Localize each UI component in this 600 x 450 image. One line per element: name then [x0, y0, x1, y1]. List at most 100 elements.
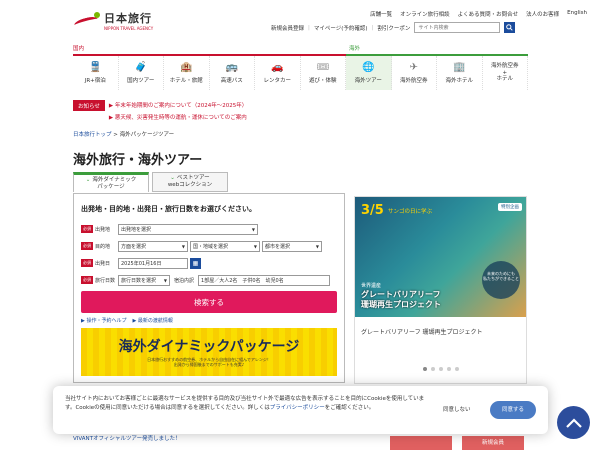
promo-button[interactable] [390, 436, 452, 450]
date-label: 出発日 [95, 260, 111, 267]
days-select[interactable]: 旅行日数を選択 ▼ [118, 274, 170, 286]
link-coupon[interactable]: 割引クーポン [377, 24, 410, 32]
chevron-down-icon: ⌄ [85, 177, 91, 183]
carousel-dot[interactable] [446, 367, 451, 371]
carousel-dots [355, 367, 526, 371]
nav-item-label: 海外航空券 + ホテル [490, 63, 519, 83]
cookie-text: 当社サイト内においてお客様ごとに最適なサービスを提供する目的及び当社サイト外で最… [65, 396, 425, 411]
dynamic-package-banner[interactable]: 海外ダイナミックパッケージ 日本旅行おすすめの航空券、ホテルから自由自在に組んで… [81, 328, 337, 376]
search-tabs: ⌄ 海外ダイナミック パッケージ ⌄ ベストツアー webコレクション [73, 172, 228, 192]
cookie-accept-button[interactable]: 同意する [490, 401, 536, 419]
city-select[interactable]: 都市を選択 ▼ [262, 240, 322, 252]
link-register[interactable]: 新規会員登録 [271, 24, 304, 32]
nav-item[interactable]: 🎟 遊び・体験 [301, 56, 346, 90]
promo-bubble: 未来のためにも 私たちができること [482, 261, 520, 299]
direction-select[interactable]: 方面を選択 ▼ [118, 240, 188, 252]
promo-image: 3/5 サンゴの日に学ぶ 特別企画 未来のためにも 私たちができること 世界遺産… [355, 197, 526, 317]
privacy-policy-link[interactable]: プライバシーポリシー [270, 405, 325, 411]
nav-item-label: 海外航空券 [399, 77, 428, 84]
nav-item[interactable]: 🌐 海外ツアー [346, 56, 392, 90]
notice-badge: お知らせ [73, 100, 105, 111]
nav-item[interactable]: 🏨 ホテル・旅館 [164, 56, 210, 90]
destination-label: 目的地 [95, 243, 111, 250]
hotel-icon: 🏨 [180, 61, 193, 73]
days-label: 旅行日数 [95, 277, 116, 284]
required-badge: 必須 [81, 225, 93, 233]
promo-headline: グレートバリアリーフ 珊瑚再生プロジェクト [361, 290, 441, 309]
nav-item-label: 高速バス [220, 77, 243, 84]
site-logo[interactable]: 日本旅行 NIPPON TRAVEL AGENCY [73, 10, 154, 31]
globe-icon: 🌐 [362, 61, 375, 73]
promo-badge: 特別企画 [498, 203, 522, 211]
help-link[interactable]: ▶ 操作・予約ヘルプ [81, 317, 126, 324]
nav-item-label: 遊び・体験 [308, 77, 337, 84]
calendar-icon[interactable]: ▦ [190, 257, 201, 269]
logo-subtext: NIPPON TRAVEL AGENCY [104, 26, 154, 31]
nav-item-label: 海外ツアー [354, 77, 382, 84]
plane-icon: ✈ [409, 61, 418, 73]
search-form: 出発地・目的地・出発日・旅行日数をお選びください。 必須 出発地 出発地を選択 ▼… [73, 193, 345, 383]
logo-mark-icon [73, 11, 100, 30]
form-title: 出発地・目的地・出発日・旅行日数をお選びください。 [81, 205, 256, 213]
nav-item[interactable]: 🧳 国内ツアー [119, 56, 164, 90]
banner-subtitle: 日本旅行おすすめの航空券、ホテルから自由自在に組んでアレンジ！ 出発から帰国後ま… [147, 357, 271, 368]
divider: | [308, 24, 310, 31]
nav-item[interactable]: 🏢 海外ホテル [437, 56, 483, 90]
sub-links: 新規会員登録 | マイページ(予約確認) | 割引クーポン [271, 22, 516, 33]
search-icon [506, 24, 514, 31]
required-badge: 必須 [81, 276, 93, 284]
link-corporate[interactable]: 法人のお客様 [526, 10, 559, 18]
nav-item-label: 海外ホテル [445, 77, 473, 84]
header: 日本旅行 NIPPON TRAVEL AGENCY 店舗一覧 オンライン旅行相談… [0, 0, 600, 40]
link-english[interactable]: English [567, 10, 587, 18]
carousel-dot[interactable] [422, 367, 427, 371]
site-search-input[interactable] [414, 22, 501, 33]
tab-dynamic-package[interactable]: ⌄ 海外ダイナミック パッケージ [73, 172, 149, 192]
nav-item-label: JR+宿泊 [84, 77, 106, 84]
nav-item-label: レンタカー [263, 77, 291, 84]
search-submit-button[interactable]: 検索する [81, 291, 337, 313]
room-label: 宿泊内訳 [174, 277, 195, 284]
promo-caption: グレートバリアリーフ 珊瑚再生プロジェクト [361, 329, 483, 336]
chevron-down-icon: ⌄ [170, 175, 175, 181]
date-input[interactable]: 2025年01月16日 [118, 257, 188, 269]
cookie-decline-button[interactable]: 同意しない [443, 405, 471, 413]
breadcrumb-home[interactable]: 日本旅行トップ [73, 132, 112, 138]
promo-carousel[interactable]: 3/5 サンゴの日に学ぶ 特別企画 未来のためにも 私たちができること 世界遺産… [354, 196, 527, 384]
breadcrumb-current: 海外パッケージツアー [119, 132, 175, 138]
departure-select[interactable]: 出発地を選択 ▼ [118, 223, 258, 235]
nav-item-label: 国内ツアー [127, 77, 155, 84]
carousel-dot[interactable] [438, 367, 443, 371]
nav-domestic-label: 国内 [73, 44, 346, 56]
link-mypage[interactable]: マイページ(予約確認) [314, 24, 368, 32]
notice-area: お知らせ ▶ 年末年始期間のご案内について（2024年～2025年） ▶ 悪天候… [73, 100, 247, 124]
link-stores[interactable]: 店舗一覧 [370, 10, 392, 18]
promo-date-sub: サンゴの日に学ぶ [388, 209, 433, 215]
nav-item[interactable]: 🚆 JR+宿泊 [73, 56, 119, 90]
search-button[interactable] [504, 22, 516, 33]
notice-item[interactable]: ▶ 悪天候、災害発生時等の運航・運休についてのご案内 [109, 112, 247, 124]
nav-item[interactable]: 🚌 高速バス [210, 56, 255, 90]
page-title: 海外旅行・海外ツアー [73, 153, 203, 168]
banner-title: 海外ダイナミックパッケージ [118, 339, 300, 355]
promo-date: 3/5 [361, 203, 384, 218]
tab-best-tour[interactable]: ⌄ ベストツアー webコレクション [152, 172, 228, 192]
carousel-dot[interactable] [430, 367, 435, 371]
register-button[interactable]: 新規会員 [462, 436, 524, 450]
nav-item[interactable]: ✈ 海外航空券 [392, 56, 437, 90]
link-online-consult[interactable]: オンライン旅行相談 [400, 10, 450, 18]
room-select[interactable]: 1部屋／大人2名 子供0名 幼児0名 [198, 274, 331, 286]
required-badge: 必須 [81, 242, 93, 250]
region-select[interactable]: 国・地域を選択 ▼ [190, 240, 260, 252]
notice-item[interactable]: ▶ 年末年始期間のご案内について（2024年～2025年） [109, 100, 247, 112]
divider: | [371, 24, 374, 31]
back-to-top-button[interactable] [557, 406, 590, 439]
travel-info-link[interactable]: ▶ 最新の渡航情報 [132, 317, 172, 324]
link-faq[interactable]: よくある質問・お問合せ [458, 10, 519, 18]
vivant-link[interactable]: VIVANTオフィシャルツアー発売しました！ [73, 434, 181, 442]
nav-item[interactable]: 🚗 レンタカー [255, 56, 301, 90]
top-links: 店舗一覧 オンライン旅行相談 よくある質問・お問合せ 法人のお客様 Englis… [370, 10, 587, 18]
nav-item[interactable]: 海外航空券 + ホテル [483, 56, 528, 90]
tour-icon: 🧳 [134, 61, 148, 73]
carousel-dot[interactable] [454, 367, 459, 371]
